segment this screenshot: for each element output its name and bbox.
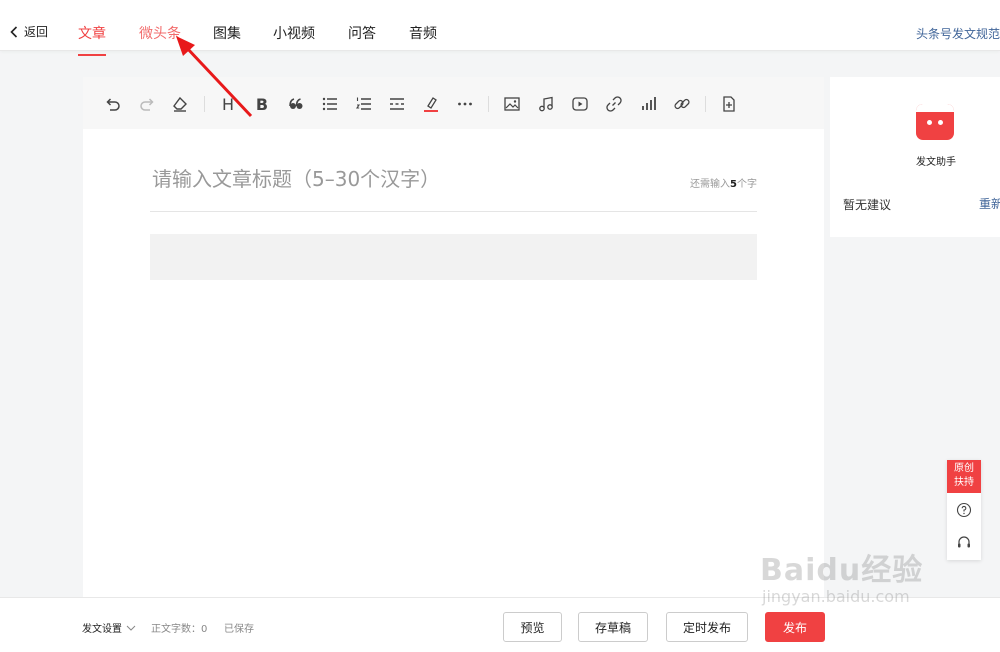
chart-icon[interactable] <box>637 93 659 115</box>
chevron-down-icon <box>126 625 136 631</box>
back-label: 返回 <box>24 25 49 39</box>
chain-icon[interactable] <box>671 93 693 115</box>
robot-icon <box>916 104 954 140</box>
top-navigation-bar: 返回 文章 微头条 图集 小视频 问答 音频 头条号发文规范 <box>0 0 1000 56</box>
title-underline <box>150 211 757 212</box>
back-button[interactable]: 返回 <box>10 23 48 40</box>
more-icon[interactable] <box>454 93 476 115</box>
publish-settings-label: 发文设置 <box>82 624 122 635</box>
help-icon[interactable] <box>956 502 972 518</box>
tab-audio[interactable]: 音频 <box>409 23 437 43</box>
tab-gallery[interactable]: 图集 <box>213 23 241 43</box>
bold-icon[interactable]: B <box>251 93 273 115</box>
article-editor: H B 请输入文章标题（5–30个汉字） 还需输入5个字 <box>83 77 824 597</box>
undo-icon[interactable] <box>102 93 124 115</box>
article-title-input[interactable] <box>150 165 694 193</box>
publish-settings-dropdown[interactable]: 发文设置 <box>82 620 136 635</box>
floating-help-panel: 原创扶持 <box>947 460 981 560</box>
preview-button[interactable]: 预览 <box>503 612 562 642</box>
title-char-hint: 还需输入5个字 <box>690 179 757 190</box>
publishing-rules-link[interactable]: 头条号发文规范 <box>916 25 1000 42</box>
highlight-icon[interactable] <box>420 93 442 115</box>
assistant-label: 发文助手 <box>916 157 956 168</box>
quote-icon[interactable] <box>285 93 307 115</box>
heading-icon[interactable]: H <box>217 93 239 115</box>
tab-short-video[interactable]: 小视频 <box>273 23 315 43</box>
music-icon[interactable] <box>535 93 557 115</box>
bullet-list-icon[interactable] <box>319 93 341 115</box>
toolbar-divider <box>204 96 205 112</box>
tab-micro-headline[interactable]: 微头条 <box>139 23 181 43</box>
toolbar-divider <box>488 96 489 112</box>
eraser-icon[interactable] <box>169 93 191 115</box>
divider-icon[interactable] <box>386 93 408 115</box>
schedule-publish-button[interactable]: 定时发布 <box>666 612 748 642</box>
no-suggestion-text: 暂无建议 <box>843 198 892 212</box>
editor-toolbar: H B <box>83 77 824 129</box>
link-icon[interactable] <box>603 93 625 115</box>
tab-qa[interactable]: 问答 <box>348 23 376 43</box>
chevron-left-icon <box>10 25 18 38</box>
image-icon[interactable] <box>501 93 523 115</box>
original-support-button[interactable]: 原创扶持 <box>947 460 981 493</box>
recheck-link[interactable]: 重新检测 <box>979 195 1000 212</box>
toolbar-divider <box>705 96 706 112</box>
save-status: 已保存 <box>224 624 254 635</box>
insert-doc-icon[interactable] <box>718 93 740 115</box>
video-icon[interactable] <box>569 93 591 115</box>
headset-icon[interactable] <box>956 535 972 551</box>
publish-button[interactable]: 发布 <box>765 612 825 642</box>
save-draft-button[interactable]: 存草稿 <box>578 612 648 642</box>
tab-article[interactable]: 文章 <box>78 23 106 56</box>
word-count: 正文字数：0 <box>151 624 208 635</box>
article-body-area[interactable] <box>150 234 757 280</box>
publish-assistant-panel: 发文助手 暂无建议 重新检测 <box>830 77 1000 237</box>
redo-icon[interactable] <box>136 93 158 115</box>
bottom-action-bar: 发文设置 正文字数：0 已保存 预览 存草稿 定时发布 发布 <box>0 597 1000 652</box>
numbered-list-icon[interactable] <box>353 93 375 115</box>
